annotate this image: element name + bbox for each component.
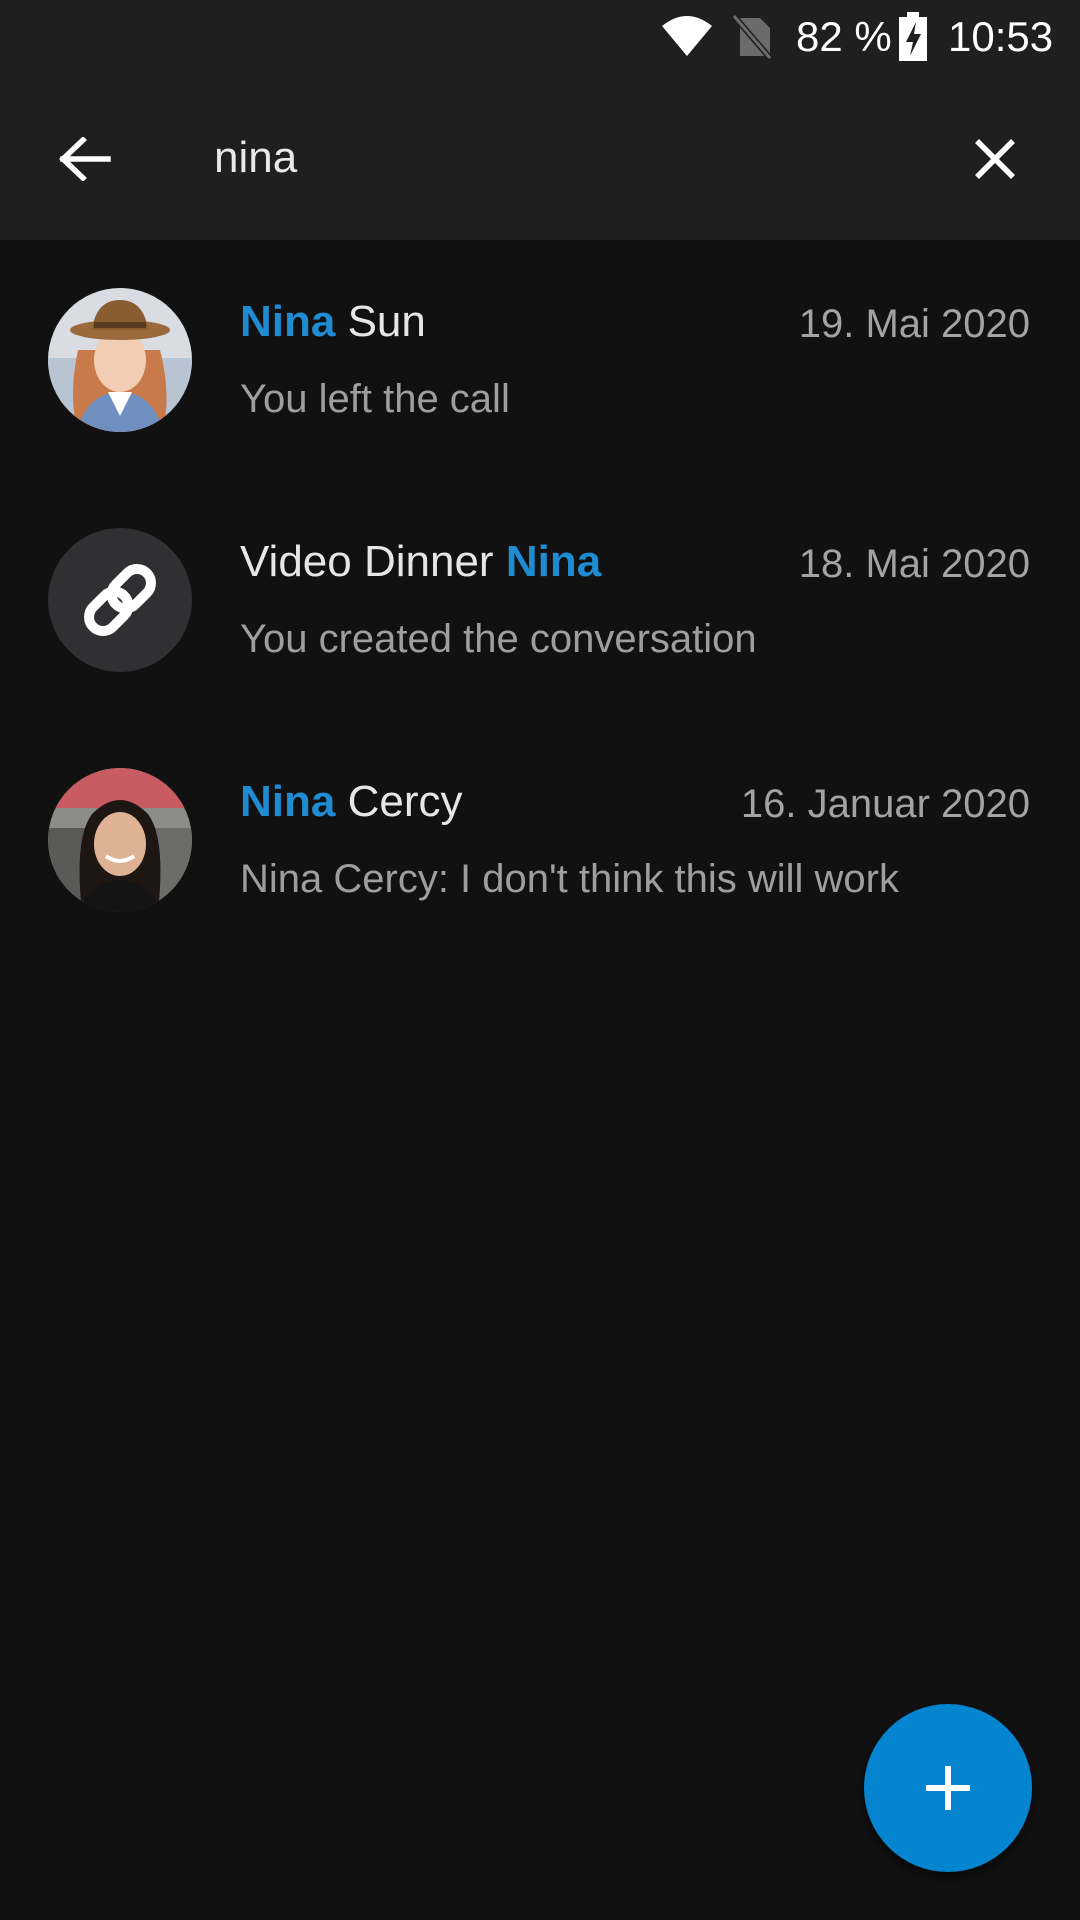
user-photo: [48, 768, 192, 912]
title-rest: Sun: [335, 297, 426, 346]
last-message: Nina Cercy: I don't think this will work: [240, 857, 899, 901]
avatar: [48, 528, 192, 672]
avatar: [48, 768, 192, 912]
battery-percent: 82 %: [796, 13, 892, 60]
clock: 10:53: [948, 13, 1054, 60]
back-button[interactable]: [40, 124, 130, 194]
title-rest: Video Dinner: [240, 537, 506, 586]
clear-search-button[interactable]: [950, 124, 1040, 194]
list-item[interactable]: Video Dinner Nina 18. Mai 2020 You creat…: [0, 480, 1080, 720]
title-highlight: Nina: [505, 537, 602, 586]
conversation-date: 19. Mai 2020: [798, 302, 1030, 346]
close-icon: [975, 139, 1015, 179]
last-message: You left the call: [240, 377, 510, 421]
list-item[interactable]: Nina Cercy 16. Januar 2020 Nina Cercy: I…: [0, 720, 1080, 960]
status-bar: 82 % 10:53: [0, 0, 1080, 78]
search-input[interactable]: [214, 122, 914, 194]
last-message: You created the conversation: [240, 617, 757, 661]
arrow-left-icon: [59, 137, 111, 181]
conversation-date: 16. Januar 2020: [740, 782, 1030, 826]
new-conversation-button[interactable]: [864, 1704, 1032, 1872]
conversation-date: 18. Mai 2020: [798, 542, 1030, 586]
plus-icon: [926, 1766, 970, 1810]
search-screen: 82 % 10:53 nina Nina Sun 19. Mai 2020 Yo…: [0, 0, 1080, 1920]
title-highlight: Nina: [240, 297, 336, 346]
conversation-title: Nina Cercy: [240, 772, 462, 832]
link-icon: [84, 564, 156, 636]
user-photo: [48, 288, 192, 432]
conversation-title: Nina Sun: [240, 292, 426, 352]
list-item[interactable]: Nina Sun 19. Mai 2020 You left the call: [0, 240, 1080, 480]
no-sim-icon: [731, 14, 773, 60]
battery-charging-icon: [899, 12, 927, 61]
conversation-title: Video Dinner Nina: [240, 532, 601, 592]
title-rest: Cercy: [335, 777, 463, 826]
avatar: [48, 288, 192, 432]
title-highlight: Nina: [240, 777, 336, 826]
wifi-icon: [662, 16, 712, 56]
search-app-bar: [0, 78, 1080, 240]
search-results-list: Nina Sun 19. Mai 2020 You left the call …: [0, 240, 1080, 960]
